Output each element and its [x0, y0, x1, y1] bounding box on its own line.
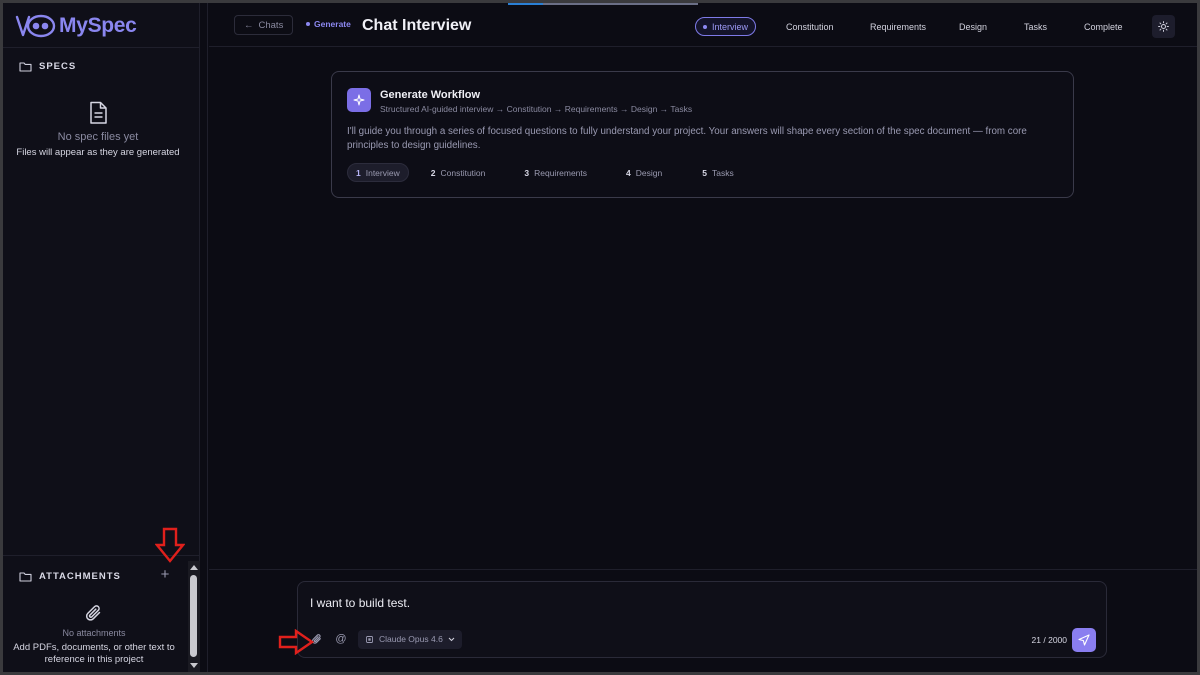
- app-logo[interactable]: MySpec: [15, 12, 137, 40]
- attachments-empty-title: No attachments: [62, 628, 126, 638]
- theme-toggle-button[interactable]: [1152, 15, 1175, 38]
- character-counter: 21 / 2000: [1031, 635, 1067, 645]
- step-label: Constitution: [440, 167, 486, 178]
- step-number: 3: [524, 167, 530, 178]
- step-label: Requirements: [534, 167, 588, 178]
- step-label: Tasks: [711, 167, 734, 178]
- step-design[interactable]: Design: [959, 17, 987, 36]
- generate-workflow-card: Generate Workflow Structured AI-guided i…: [331, 71, 1074, 198]
- sun-icon: [1158, 21, 1169, 32]
- scroll-down-icon[interactable]: [190, 663, 198, 668]
- specs-title: SPECS: [39, 61, 77, 72]
- model-label: Claude Opus 4.6: [379, 634, 443, 644]
- sidebar-divider: [3, 47, 200, 48]
- step-number: 2: [430, 167, 436, 178]
- status-dot-icon: [306, 22, 310, 26]
- generate-badge: Generate: [306, 19, 351, 29]
- attachments-empty-subtitle: Add PDFs, documents, or other text to re…: [13, 642, 175, 665]
- step-label: Design: [959, 21, 988, 32]
- logo-icon: [15, 14, 56, 38]
- specs-empty-subtitle: Files will appear as they are generated: [16, 147, 180, 158]
- workflow-steps: 1 Interview 2 Constitution 3 Requirement…: [347, 163, 742, 182]
- app-window: MySpec SPECS No spec files yet Files wil…: [3, 3, 1197, 672]
- page-title: Chat Interview: [362, 17, 472, 34]
- cpu-icon: [366, 635, 373, 643]
- workflow-step-constitution[interactable]: 2 Constitution: [423, 163, 494, 182]
- active-dot-icon: [703, 24, 707, 29]
- step-constitution[interactable]: Constitution: [786, 17, 834, 36]
- send-icon: [1078, 634, 1090, 646]
- specs-empty-title: No spec files yet: [57, 131, 139, 143]
- specs-section-header: SPECS: [19, 61, 76, 72]
- step-number: 5: [702, 167, 707, 178]
- folder-icon: [19, 62, 32, 72]
- sparkle-icon: [347, 88, 371, 112]
- step-label: Constitution: [786, 21, 834, 32]
- page-header: ← Chats Generate Chat Interview Intervie…: [209, 3, 1197, 47]
- scroll-thumb[interactable]: [190, 575, 197, 657]
- message-input[interactable]: I want to build test.: [310, 596, 410, 610]
- step-label: Requirements: [870, 21, 927, 32]
- annotation-arrow-down-icon: [155, 527, 185, 563]
- card-description: I'll guide you through a series of focus…: [347, 126, 1027, 151]
- step-label: Tasks: [1024, 21, 1048, 32]
- send-button[interactable]: [1072, 628, 1096, 652]
- step-label: Design: [635, 167, 663, 178]
- folder-icon: [19, 572, 32, 582]
- arrow-left-icon: ←: [244, 19, 254, 31]
- specs-empty-state: No spec files yet Files will appear as t…: [3, 101, 193, 159]
- sidebar: MySpec SPECS No spec files yet Files wil…: [3, 3, 200, 672]
- attachments-title: ATTACHMENTS: [39, 571, 121, 582]
- step-requirements[interactable]: Requirements: [870, 17, 926, 36]
- workflow-step-requirements[interactable]: 3 Requirements: [516, 163, 595, 182]
- sidebar-gutter: [200, 3, 208, 672]
- add-attachment-button[interactable]: +: [158, 567, 172, 582]
- workflow-step-interview[interactable]: 1 Interview: [347, 163, 409, 182]
- workflow-step-tasks[interactable]: 5 Tasks: [694, 163, 741, 182]
- model-selector[interactable]: Claude Opus 4.6: [358, 629, 462, 649]
- paperclip-icon: [85, 605, 101, 621]
- annotation-arrow-right-icon: [278, 629, 314, 655]
- step-number: 4: [626, 167, 631, 178]
- scroll-up-icon[interactable]: [190, 565, 198, 570]
- attachments-empty-state: No attachments Add PDFs, documents, or o…: [3, 603, 189, 666]
- message-composer: I want to build test. @ Claude Opus 4.6: [297, 581, 1107, 658]
- step-interview[interactable]: Interview: [695, 17, 757, 36]
- step-complete[interactable]: Complete: [1084, 17, 1123, 36]
- card-subtitle: Structured AI-guided interview → Constit…: [380, 104, 693, 114]
- workflow-step-design[interactable]: 4 Design: [618, 163, 670, 182]
- back-to-chats-button[interactable]: ← Chats: [234, 15, 294, 35]
- composer-divider: [209, 569, 1197, 570]
- composer-toolbar: @ Claude Opus 4.6: [310, 629, 462, 649]
- attachments-section-header: ATTACHMENTS: [19, 571, 121, 582]
- generate-badge-label: Generate: [314, 19, 351, 29]
- at-sign-icon: @: [335, 633, 347, 645]
- back-label: Chats: [258, 19, 284, 31]
- chevron-down-icon: [448, 637, 455, 641]
- card-title: Generate Workflow: [380, 89, 481, 101]
- sidebar-scrollbar[interactable]: [188, 561, 200, 672]
- document-icon: [90, 101, 107, 124]
- step-number: 1: [356, 167, 361, 178]
- step-label: Complete: [1084, 21, 1123, 32]
- step-label: Interview: [712, 21, 749, 32]
- mention-button[interactable]: @: [334, 632, 348, 646]
- step-tasks[interactable]: Tasks: [1024, 17, 1047, 36]
- logo-text: MySpec: [59, 14, 137, 37]
- step-label: Interview: [365, 167, 400, 178]
